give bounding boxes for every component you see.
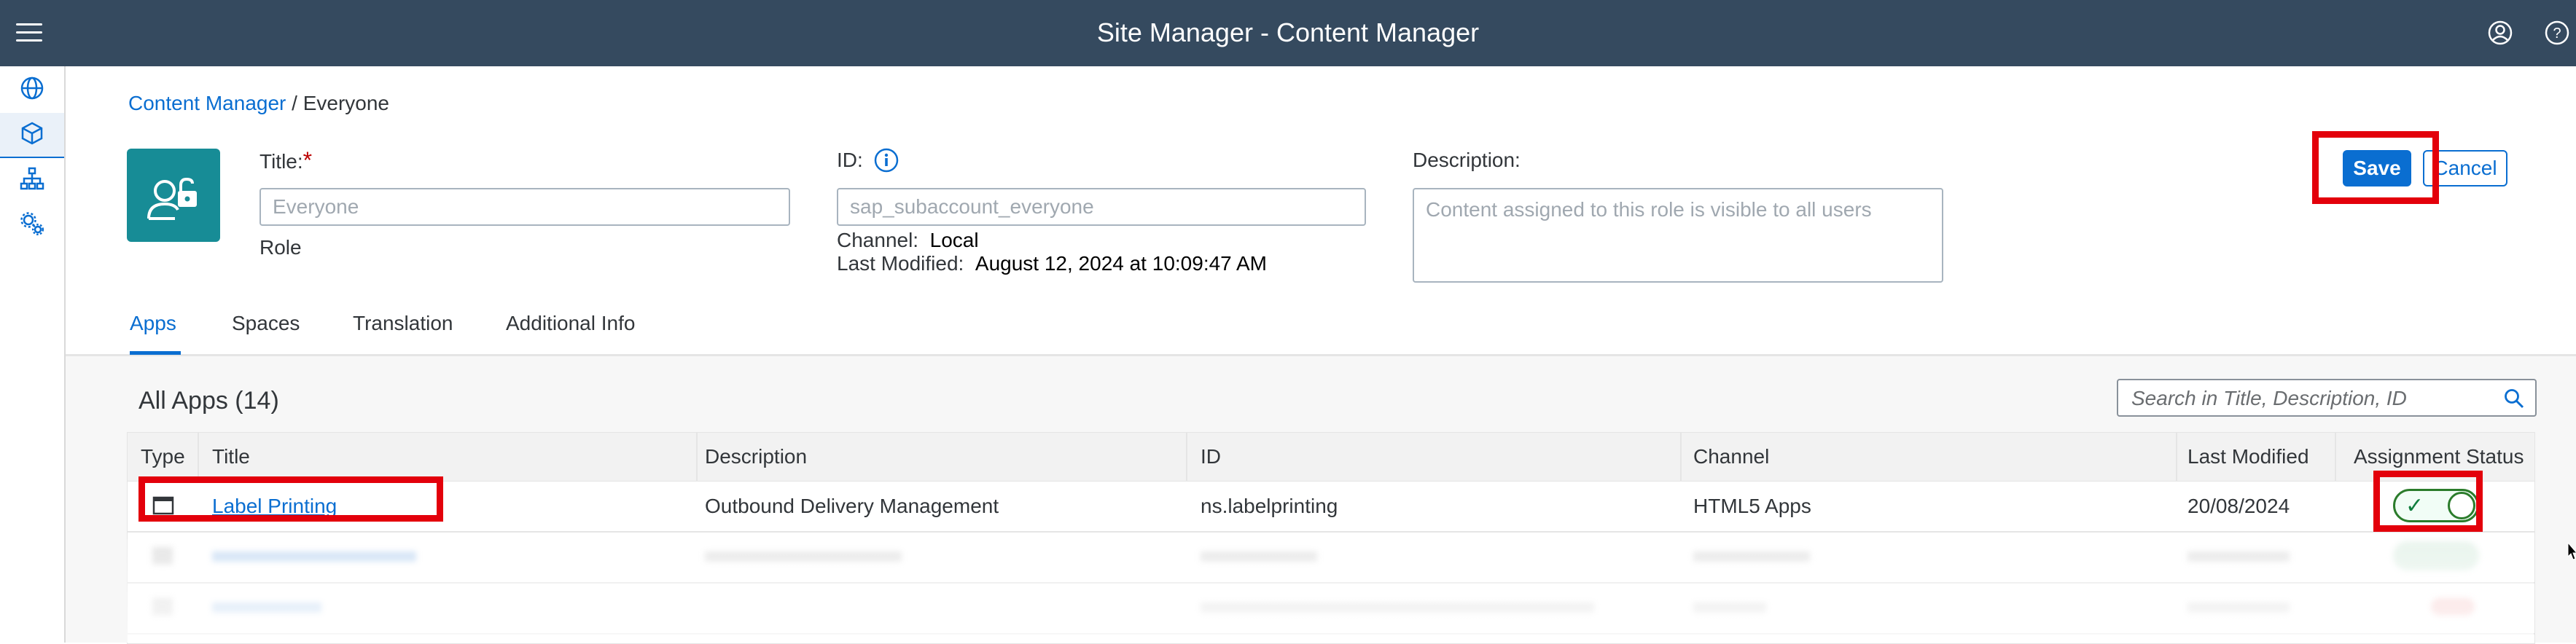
channel-row: Channel: Local — [837, 227, 979, 254]
mouse-cursor-icon — [2567, 541, 2576, 565]
cube-icon — [20, 121, 44, 149]
side-navigation — [0, 66, 66, 643]
user-unlock-icon — [127, 177, 220, 245]
role-type-label: Role — [259, 236, 302, 259]
apps-table: Type Title Description ID Channel Last M… — [127, 432, 2535, 644]
channel-label: Channel: — [837, 229, 919, 251]
breadcrumb: Content Manager / Everyone — [128, 90, 389, 117]
assignment-toggle[interactable]: ✓ — [2393, 489, 2479, 522]
role-avatar — [127, 149, 220, 242]
nav-settings[interactable] — [0, 203, 64, 247]
required-marker: * — [303, 147, 313, 173]
col-last-modified: Last Modified — [2187, 445, 2309, 468]
column-divider — [2176, 433, 2177, 481]
save-button[interactable]: Save — [2343, 150, 2411, 186]
settings-icon — [20, 211, 44, 240]
col-title: Title — [212, 445, 250, 468]
id-input: sap_subaccount_everyone — [837, 188, 1366, 226]
search-placeholder: Search in Title, Description, ID — [2131, 387, 2407, 409]
table-row-blurred — [128, 533, 2534, 584]
column-divider — [1186, 433, 1187, 481]
app-id: ns.labelprinting — [1201, 495, 1338, 517]
tab-translation[interactable]: Translation — [353, 310, 453, 337]
table-row-blurred — [128, 584, 2534, 635]
info-icon[interactable] — [873, 147, 899, 173]
app-window-icon — [152, 495, 174, 522]
breadcrumb-separator: / — [286, 92, 303, 114]
tab-apps[interactable]: Apps — [130, 310, 176, 337]
active-tab-indicator — [130, 351, 181, 355]
toggle-knob — [2448, 492, 2475, 519]
app-description: Outbound Delivery Management — [705, 495, 999, 517]
tab-spaces[interactable]: Spaces — [232, 310, 300, 337]
help-icon[interactable]: ? — [2544, 20, 2570, 46]
description-textarea[interactable]: Content assigned to this role is visible… — [1413, 188, 1943, 283]
channel-value: Local — [929, 229, 979, 251]
column-divider — [2335, 433, 2336, 481]
breadcrumb-link-content-manager[interactable]: Content Manager — [128, 92, 286, 114]
breadcrumb-current: Everyone — [303, 92, 389, 114]
nav-hierarchy[interactable] — [0, 158, 64, 202]
col-description: Description — [705, 445, 808, 468]
search-icon[interactable] — [2503, 388, 2525, 413]
user-circle-icon[interactable] — [2487, 20, 2513, 46]
app-channel: HTML5 Apps — [1693, 495, 1811, 517]
id-label: ID: — [837, 149, 863, 171]
column-divider — [696, 433, 698, 481]
col-channel: Channel — [1693, 445, 1770, 468]
last-modified-value: August 12, 2024 at 10:09:47 AM — [975, 252, 1267, 275]
table-header: Type Title Description ID Channel Last M… — [128, 433, 2534, 482]
app-title-link[interactable]: Label Printing — [212, 494, 337, 519]
col-assignment-status: Assignment Status — [2354, 445, 2524, 468]
column-divider — [1680, 433, 1682, 481]
title-input[interactable]: Everyone — [259, 188, 790, 226]
last-modified-row: Last Modified: August 12, 2024 at 10:09:… — [837, 251, 1267, 277]
apps-table-title: All Apps (14) — [138, 387, 279, 415]
tab-additional-info[interactable]: Additional Info — [506, 310, 635, 337]
description-label: Description: — [1413, 149, 1521, 171]
svg-text:?: ? — [2553, 25, 2561, 42]
title-label: Title:* — [259, 147, 312, 175]
nav-sites[interactable] — [0, 68, 64, 111]
last-modified-label: Last Modified: — [837, 252, 964, 275]
nav-content-manager[interactable] — [0, 113, 64, 158]
checkmark-icon: ✓ — [2405, 494, 2424, 518]
col-id: ID — [1201, 445, 1221, 468]
hierarchy-icon — [20, 166, 44, 195]
cancel-button[interactable]: Cancel — [2423, 150, 2507, 186]
table-row[interactable]: Label Printing Outbound Delivery Managem… — [128, 482, 2534, 533]
hamburger-icon[interactable] — [16, 22, 42, 44]
search-input[interactable]: Search in Title, Description, ID — [2117, 379, 2537, 417]
globe-icon — [20, 76, 44, 104]
title-label-text: Title: — [259, 150, 303, 173]
column-divider — [198, 433, 199, 481]
col-type: Type — [141, 445, 185, 468]
app-last-modified: 20/08/2024 — [2187, 495, 2290, 517]
shell-bar — [0, 0, 2576, 66]
